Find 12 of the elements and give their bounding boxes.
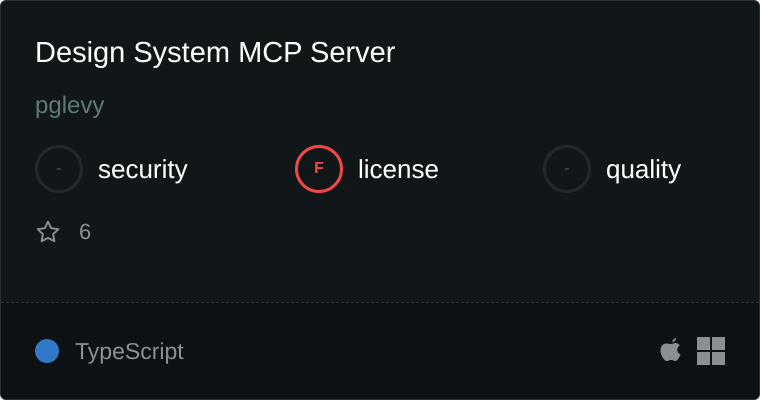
author-link[interactable]: pglevy: [35, 91, 104, 121]
card-title: Design System MCP Server: [35, 36, 396, 71]
windows-icon: [697, 337, 725, 365]
score-label: security: [98, 152, 188, 186]
language-label: TypeScript: [75, 336, 184, 366]
score-label: quality: [606, 152, 682, 186]
score-label: license: [358, 152, 439, 186]
star-count: 6: [79, 218, 92, 246]
grade-badge: -: [35, 145, 83, 193]
star-icon: [35, 218, 61, 244]
grade-badge: F: [295, 145, 343, 193]
grade-badge: -: [543, 145, 591, 193]
